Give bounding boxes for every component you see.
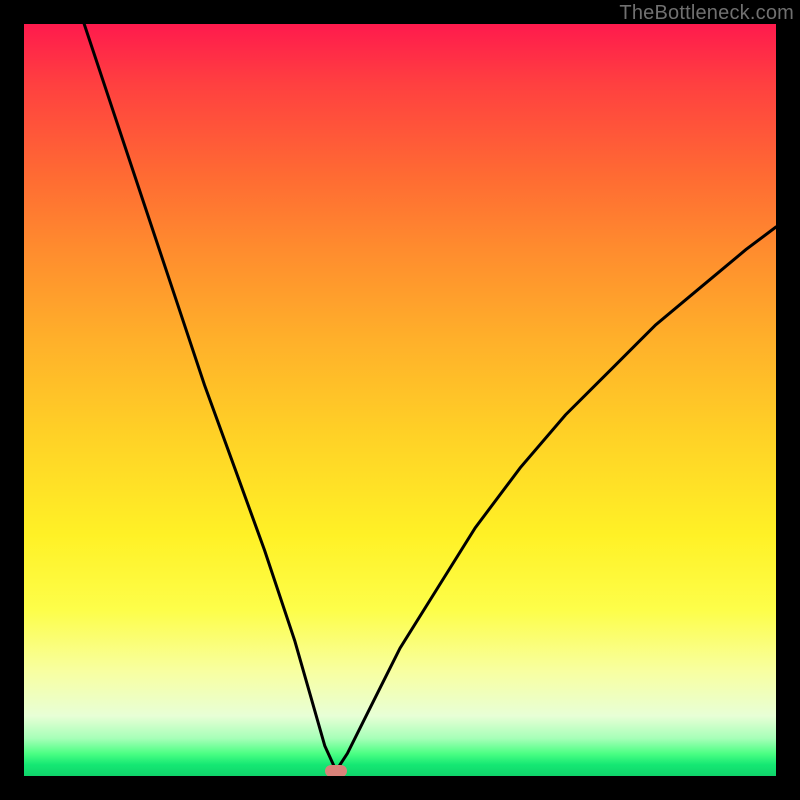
bottleneck-curve [84,24,776,771]
watermark-text: TheBottleneck.com [619,2,794,25]
plot-area [24,24,776,776]
curve-layer [24,24,776,776]
optimal-marker [325,765,347,776]
